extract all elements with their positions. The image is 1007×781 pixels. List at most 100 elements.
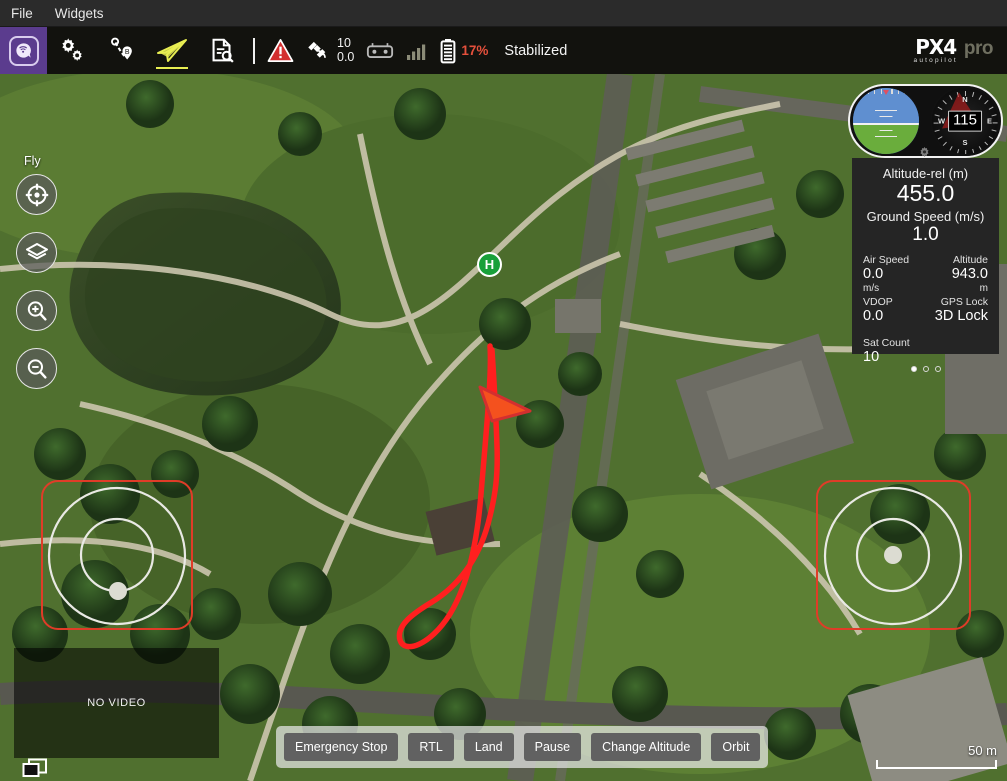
attitude-indicator[interactable] [851, 86, 921, 156]
qgroundcontrol-logo-icon[interactable] [0, 27, 47, 74]
altitude-rel-value: 455.0 [896, 180, 955, 206]
page-dot-3[interactable] [934, 366, 941, 373]
attitude-pitch-tick [879, 129, 893, 132]
map-scale-bar: 50 m [876, 743, 997, 769]
survey-area-left[interactable] [40, 479, 200, 634]
survey-area-right[interactable] [815, 479, 975, 634]
attitude-pitch-tick [875, 135, 897, 138]
gps-indicator[interactable]: 10 0.0 [300, 27, 360, 74]
layers-icon [25, 242, 48, 259]
air-speed-label: Air Speed [863, 254, 910, 267]
attitude-pitch-tick [879, 115, 893, 118]
qgroundcontrol-window: File Widgets B 10 0.0 17% Stabilized PX4… [0, 0, 1007, 781]
warning-triangle-icon [267, 39, 294, 62]
altitude-unit: m [979, 283, 988, 295]
sat-count-value: 10 [863, 348, 880, 365]
map-center-vehicle-button[interactable] [16, 174, 57, 215]
vdop-value: 0.0 [863, 308, 884, 325]
gps-values: 10 0.0 [337, 36, 355, 64]
signal-bars-icon [407, 44, 426, 60]
rtl-button[interactable]: RTL [408, 733, 454, 761]
menu-widgets[interactable]: Widgets [44, 2, 115, 25]
gears-icon [62, 37, 82, 61]
sat-count-label: Sat Count [863, 336, 910, 349]
battery-indicator[interactable]: 17% [434, 27, 494, 74]
no-video-label: NO VIDEO [87, 697, 146, 709]
compass-east-label: E [986, 116, 992, 126]
telemetry-value-panel[interactable]: Altitude-rel (m) 455.0 Ground Speed (m/s… [852, 158, 999, 373]
compass-south-label: S [962, 138, 968, 147]
home-marker[interactable]: H [477, 252, 502, 277]
air-speed-value: 0.0 [863, 266, 884, 283]
emergency-stop-button[interactable]: Emergency Stop [284, 733, 399, 761]
main-toolbar: B 10 0.0 17% Stabilized PX4 autopilot pr… [0, 27, 1007, 74]
guided-actions-bar: Emergency Stop RTL Land Pause Change Alt… [276, 726, 769, 768]
toolbar-fly[interactable] [147, 27, 197, 74]
svg-text:B: B [125, 48, 130, 55]
waypoint-route-icon: B [111, 37, 132, 59]
rc-indicator[interactable] [360, 27, 400, 74]
flight-mode-selector[interactable]: Stabilized [494, 43, 577, 59]
sat-count-cell: Sat Count 10 [860, 337, 926, 366]
attitude-horizon-line [853, 122, 919, 125]
px4-name: PX4 [915, 34, 957, 59]
px4-subtitle: autopilot [913, 56, 958, 64]
vehicle-warning-indicator[interactable] [261, 27, 300, 74]
toolbar-separator [253, 37, 255, 64]
map-scale-line [876, 760, 997, 769]
rc-transmitter-icon [367, 42, 394, 58]
compass-heading-value: 115 [948, 110, 982, 132]
telemetry-page-dots [910, 366, 941, 375]
picture-in-picture-icon[interactable] [22, 758, 48, 778]
altitude-value: 943.0 [951, 266, 988, 283]
compass-indicator[interactable]: N E S W 115 [930, 86, 1000, 156]
altitude-rel-label: Altitude-rel (m) [882, 166, 969, 181]
home-marker-label: H [484, 257, 495, 272]
video-widget[interactable]: NO VIDEO [14, 648, 219, 777]
menu-bar: File Widgets [0, 0, 1007, 27]
compass-north-label: N [962, 95, 968, 104]
gps-lock-label: GPS Lock [940, 296, 988, 309]
orbit-button[interactable]: Orbit [711, 733, 761, 761]
ground-speed-label: Ground Speed (m/s) [866, 208, 985, 224]
attitude-ground [853, 122, 919, 154]
air-speed-unit: m/s [863, 283, 880, 295]
px4-edition: pro [963, 37, 994, 59]
map-mode-label: Fly [24, 154, 41, 168]
map-control-stack [16, 174, 57, 389]
menu-file[interactable]: File [0, 2, 44, 25]
map-zoom-in-button[interactable] [16, 290, 57, 331]
compass-west-label: W [938, 116, 946, 126]
gps-hdop: 0.0 [337, 49, 355, 64]
attitude-pitch-tick [875, 109, 897, 112]
toolbar-analyze[interactable] [197, 27, 247, 74]
battery-icon [440, 38, 456, 63]
qgc-glyph-icon [16, 43, 31, 58]
page-dot-1[interactable] [910, 366, 917, 373]
telemetry-rssi-indicator[interactable] [400, 27, 434, 74]
telemetry-grid: Air Speed 0.0 m/s Altitude 943.0 m VDOP … [860, 254, 991, 366]
map-scale-label: 50 m [968, 743, 997, 758]
gps-sat-count: 10 [337, 36, 351, 50]
battery-percent: 17% [461, 43, 489, 58]
qgc-badge [8, 35, 39, 66]
instrument-settings-gear-icon[interactable] [917, 146, 932, 161]
gps-lock-cell: GPS Lock 3D Lock [926, 296, 992, 325]
vdop-label: VDOP [863, 296, 893, 309]
toolbar-settings[interactable] [47, 27, 97, 74]
px4-mark: PX4 autopilot [914, 37, 958, 65]
vdop-cell: VDOP 0.0 [860, 296, 926, 325]
change-altitude-button[interactable]: Change Altitude [591, 733, 702, 761]
satellite-icon [308, 41, 326, 58]
document-search-icon [212, 38, 234, 63]
altitude-label: Altitude [952, 254, 988, 267]
vehicle-marker[interactable] [470, 369, 540, 439]
land-button[interactable]: Land [463, 733, 514, 761]
page-dot-2[interactable] [922, 366, 929, 373]
pause-button[interactable]: Pause [523, 733, 582, 761]
crosshair-icon [25, 183, 48, 206]
map-layers-button[interactable] [16, 232, 57, 273]
toolbar-plan[interactable]: B [97, 27, 147, 74]
map-zoom-out-button[interactable] [16, 348, 57, 389]
paper-plane-icon [157, 38, 187, 62]
